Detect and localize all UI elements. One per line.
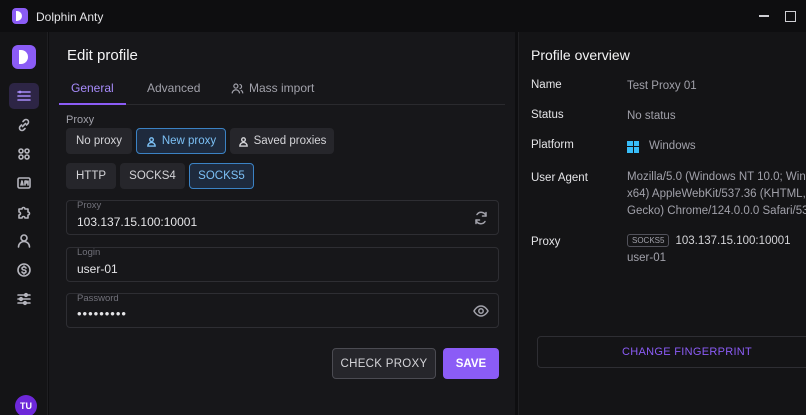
tab-bar: General Advanced Mass import: [59, 77, 505, 105]
status-key: Status: [531, 109, 564, 121]
platform-value-text: Windows: [649, 140, 696, 152]
status-value: No status: [627, 110, 676, 122]
eye-icon[interactable]: [473, 303, 489, 319]
dolphin-logo-icon[interactable]: [12, 45, 36, 69]
platform-key: Platform: [531, 139, 574, 151]
dolphin-logo-icon: [12, 8, 28, 24]
proxy-field[interactable]: Proxy 103.137.15.100:10001: [66, 200, 499, 235]
password-field-value[interactable]: •••••••••: [77, 306, 127, 321]
dollar-icon: [17, 263, 31, 277]
proxy-type-socks4[interactable]: SOCKS4: [120, 163, 185, 189]
name-value: Test Proxy 01: [627, 80, 697, 92]
user-agent-line: Gecko) Chrome/124.0.0.0 Safari/537.: [627, 205, 806, 217]
page-title: Edit profile: [67, 47, 138, 64]
user-lock-icon: [238, 136, 248, 147]
proxy-key: Proxy: [531, 236, 561, 248]
users-icon: [231, 83, 244, 94]
list-icon: [17, 90, 31, 101]
puzzle-icon: [18, 206, 31, 219]
nav-extensions[interactable]: [9, 199, 39, 225]
minimize-button[interactable]: [755, 7, 773, 25]
proxy-type-socks5[interactable]: SOCKS5: [189, 163, 254, 189]
tab-mass-import[interactable]: Mass import: [219, 81, 326, 105]
nav-billing[interactable]: [9, 257, 39, 283]
windows-icon: [627, 140, 639, 153]
nav-proxies[interactable]: [9, 112, 39, 138]
nav-api[interactable]: [9, 170, 39, 196]
sliders-icon: [17, 292, 31, 306]
save-button[interactable]: SAVE: [443, 348, 499, 379]
password-field[interactable]: Password •••••••••: [66, 293, 499, 328]
refresh-icon[interactable]: [473, 210, 489, 226]
app-title: Dolphin Anty: [36, 10, 104, 24]
user-agent-line: Mozilla/5.0 (Windows NT 10.0; Win64: [627, 171, 806, 183]
proxy-login: user-01: [627, 252, 666, 264]
user-agent-line: x64) AppleWebKit/537.36 (KHTML, lik: [627, 188, 806, 200]
nav-users[interactable]: [9, 228, 39, 254]
user-lock-icon: [146, 136, 156, 147]
proxy-host: 103.137.15.100:10001: [675, 235, 791, 247]
platform-value: Windows: [627, 138, 696, 155]
proxy-field-value[interactable]: 103.137.15.100:10001: [77, 215, 197, 229]
new-proxy-label: New proxy: [161, 135, 217, 147]
proxy-type-http[interactable]: HTTP: [66, 163, 116, 189]
overview-title: Profile overview: [531, 47, 630, 63]
team-icon: [18, 148, 30, 160]
login-field-value[interactable]: user-01: [77, 262, 118, 276]
saved-proxies-label: Saved proxies: [253, 135, 327, 147]
password-field-label: Password: [77, 293, 119, 304]
maximize-button[interactable]: [781, 7, 799, 25]
tab-advanced[interactable]: Advanced: [135, 81, 212, 105]
login-field-label: Login: [77, 247, 101, 258]
nav-rail: TU: [0, 32, 48, 415]
proxy-section-label: Proxy: [66, 114, 95, 126]
change-fingerprint-button[interactable]: CHANGE FINGERPRINT: [537, 336, 806, 368]
user-agent-value: Mozilla/5.0 (Windows NT 10.0; Win64 x64)…: [627, 169, 806, 220]
proxy-field-label: Proxy: [77, 200, 102, 211]
proxy-value: SOCKS5 103.137.15.100:10001 user-01: [627, 233, 791, 267]
avatar[interactable]: TU: [15, 395, 37, 415]
user-icon: [17, 234, 31, 248]
new-proxy-button[interactable]: New proxy: [136, 128, 226, 154]
name-key: Name: [531, 79, 562, 91]
api-icon: [17, 177, 31, 189]
login-field[interactable]: Login user-01: [66, 247, 499, 282]
user-agent-key: User Agent: [531, 172, 588, 184]
tab-general[interactable]: General: [59, 81, 126, 105]
check-proxy-button[interactable]: CHECK PROXY: [332, 348, 436, 379]
profile-overview-panel: Profile overview Name Test Proxy 01 Stat…: [518, 32, 806, 415]
nav-team[interactable]: [9, 141, 39, 167]
proxy-type-badge: SOCKS5: [627, 234, 670, 247]
title-bar: Dolphin Anty: [0, 0, 806, 32]
link-icon: [18, 118, 30, 132]
nav-profiles[interactable]: [9, 83, 39, 109]
tab-mass-import-label: Mass import: [249, 81, 315, 95]
saved-proxies-button[interactable]: Saved proxies: [230, 128, 334, 154]
edit-profile-panel: Edit profile General Advanced Mass impor…: [49, 32, 515, 415]
nav-settings[interactable]: [9, 286, 39, 312]
no-proxy-button[interactable]: No proxy: [66, 128, 132, 154]
